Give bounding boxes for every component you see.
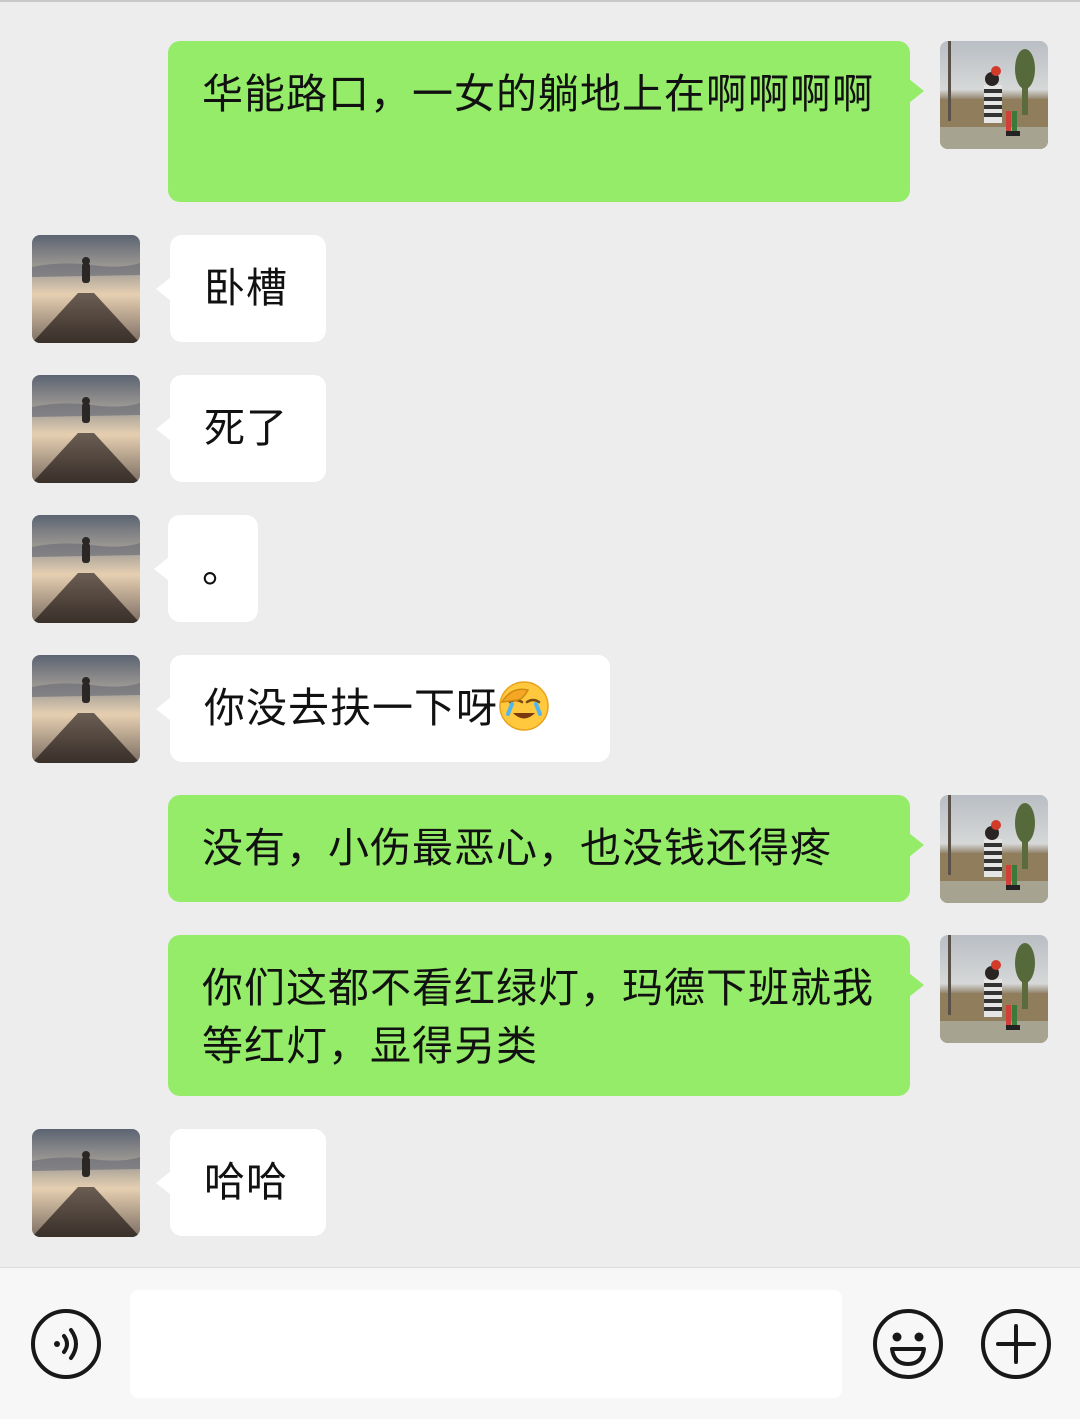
message-bubble-incoming[interactable]: 卧槽 — [156, 235, 326, 342]
avatar-contact[interactable] — [32, 235, 140, 343]
message-input[interactable] — [130, 1290, 842, 1398]
facepalm-emoji-icon — [499, 681, 549, 731]
message-bubble-outgoing[interactable]: 华能路口，一女的躺地上在啊啊啊啊 — [168, 41, 924, 202]
chat-area[interactable]: 华能路口，一女的躺地上在啊啊啊啊 卧槽 死了 。 你没去扶一下呀 没有，小伤最恶… — [0, 0, 1080, 1267]
avatar-self[interactable] — [940, 795, 1048, 903]
avatar-contact-image — [32, 515, 140, 623]
message-bubble-incoming[interactable]: 哈哈 — [156, 1129, 326, 1236]
avatar-contact-image — [32, 655, 140, 763]
voice-button[interactable] — [30, 1308, 102, 1380]
avatar-contact-image — [32, 1129, 140, 1237]
input-bar — [0, 1267, 1080, 1419]
plus-icon — [981, 1309, 1051, 1379]
avatar-contact[interactable] — [32, 1129, 140, 1237]
message-text: 你没去扶一下呀 — [204, 684, 498, 732]
avatar-self[interactable] — [940, 935, 1048, 1043]
message-bubble-incoming[interactable]: 死了 — [156, 375, 326, 482]
message-text: 死了 — [204, 404, 288, 452]
emoji-button[interactable] — [872, 1308, 944, 1380]
message-text: 哈哈 — [204, 1158, 288, 1206]
avatar-contact[interactable] — [32, 515, 140, 623]
message-bubble-outgoing[interactable]: 没有，小伤最恶心，也没钱还得疼 — [168, 795, 924, 902]
message-text: 华能路口，一女的躺地上在啊啊啊啊 — [202, 70, 874, 118]
more-options-button[interactable] — [980, 1308, 1052, 1380]
avatar-self-image — [940, 41, 1048, 149]
message-bubble-incoming[interactable]: 。 — [154, 515, 258, 622]
emoji-icon — [873, 1309, 943, 1379]
avatar-self[interactable] — [940, 41, 1048, 149]
avatar-self-image — [940, 935, 1048, 1043]
message-text: 。 — [202, 544, 244, 592]
message-text: 你们这都不看红绿灯，玛德下班就我等红灯，显得另类 — [202, 964, 874, 1070]
avatar-contact[interactable] — [32, 375, 140, 483]
avatar-self-image — [940, 795, 1048, 903]
voice-icon — [31, 1309, 101, 1379]
message-text: 没有，小伤最恶心，也没钱还得疼 — [202, 824, 832, 872]
avatar-contact[interactable] — [32, 655, 140, 763]
message-bubble-outgoing[interactable]: 你们这都不看红绿灯，玛德下班就我等红灯，显得另类 — [168, 935, 924, 1096]
message-bubble-incoming[interactable]: 你没去扶一下呀 — [156, 655, 610, 762]
message-text: 卧槽 — [204, 264, 288, 312]
avatar-contact-image — [32, 375, 140, 483]
avatar-contact-image — [32, 235, 140, 343]
